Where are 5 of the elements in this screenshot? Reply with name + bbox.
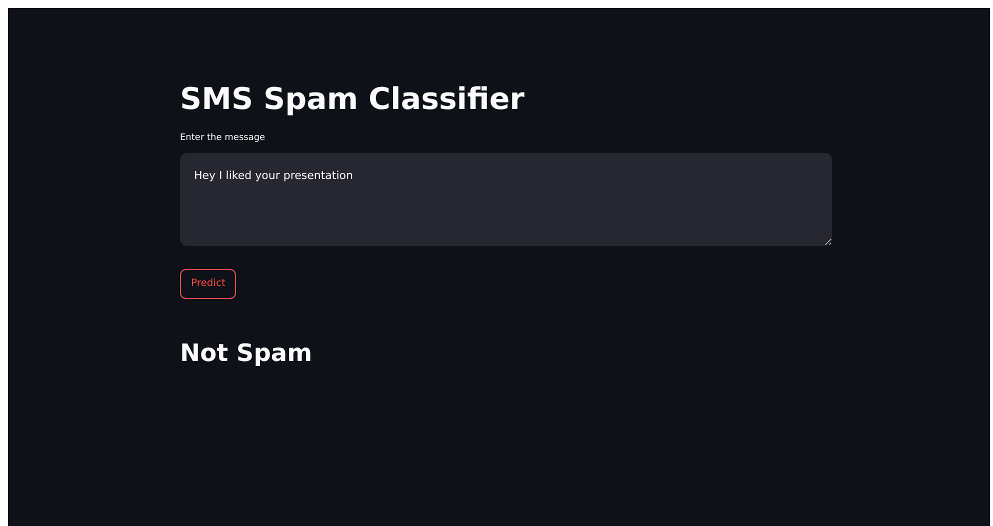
page-title: SMS Spam Classifier: [180, 82, 526, 118]
result-text: Not Spam: [180, 338, 314, 368]
predict-button[interactable]: Predict: [180, 268, 236, 298]
field-label: Enter the message: [180, 132, 266, 145]
message-field[interactable]: Hey I liked your presentation: [180, 152, 832, 246]
